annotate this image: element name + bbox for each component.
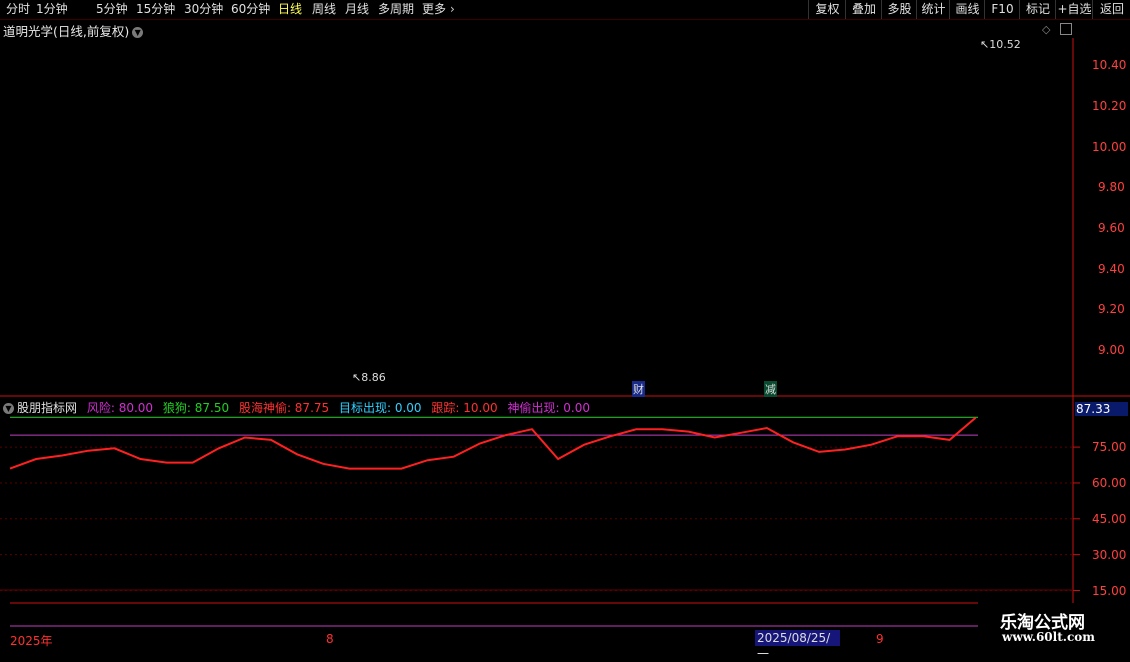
- chevron-down-icon[interactable]: ▼: [3, 403, 14, 414]
- indicator-tick: 30.00: [1092, 548, 1127, 562]
- indicator-thief: 股海神偷: 87.75: [238, 401, 330, 415]
- indicator-target: 目标出现: 0.00: [338, 401, 422, 415]
- date-label-month: 8: [326, 632, 334, 646]
- mark-button[interactable]: 标记: [1019, 0, 1056, 19]
- date-label-month: 9: [876, 632, 884, 646]
- stats-button[interactable]: 统计: [916, 0, 950, 19]
- period-tab-1min[interactable]: 1分钟: [36, 2, 68, 17]
- price-tick: 9.60: [1098, 221, 1125, 235]
- indicator-risk: 风险: 80.00: [86, 401, 154, 415]
- low-price-value: 8.86: [361, 371, 386, 384]
- watermark-url: www.60lt.com: [1002, 630, 1095, 644]
- event-marker-reduce[interactable]: 减: [764, 381, 777, 397]
- price-tick: 10.00: [1092, 140, 1127, 154]
- high-price-tag: ↖10.52: [980, 38, 1021, 51]
- date-label-year: 2025年: [10, 634, 53, 648]
- indicator-tick: 60.00: [1092, 476, 1127, 490]
- multi-stock-button[interactable]: 多股: [881, 0, 917, 19]
- window-toggle-icon[interactable]: [1060, 23, 1072, 35]
- price-tick: 9.00: [1098, 343, 1125, 357]
- period-tab-more[interactable]: 更多: [422, 2, 446, 17]
- f10-button[interactable]: F10: [984, 0, 1020, 19]
- indicator-thief-appear: 神偷出现: 0.00: [507, 401, 591, 415]
- indicator-curve: [9, 416, 977, 470]
- period-tab-5min[interactable]: 5分钟: [96, 2, 128, 17]
- date-cursor-label: 2025/08/25/一: [755, 630, 840, 661]
- diamond-icon[interactable]: ◇: [1042, 23, 1050, 36]
- period-tab-daily[interactable]: 日线: [278, 2, 302, 17]
- indicator-current-value: 87.33: [1075, 402, 1128, 416]
- price-tick: 9.40: [1098, 262, 1125, 276]
- chevron-down-icon[interactable]: ▼: [132, 27, 144, 38]
- period-tab-60min[interactable]: 60分钟: [231, 2, 270, 17]
- back-button[interactable]: 返回: [1092, 0, 1130, 19]
- indicator-track: 跟踪: 10.00: [431, 401, 498, 415]
- indicator-tick: 75.00: [1092, 440, 1127, 454]
- high-price-value: 10.52: [989, 38, 1021, 51]
- period-toolbar: 分时 1分钟 5分钟 15分钟 30分钟 60分钟 日线 周线 月线 多周期 更…: [0, 0, 1130, 20]
- price-tick: 10.40: [1092, 58, 1127, 72]
- adjust-button[interactable]: 复权: [808, 0, 846, 19]
- indicator-tick: 15.00: [1092, 584, 1127, 598]
- indicator-name[interactable]: 股朋指标网: [17, 401, 77, 415]
- indicator-wolf: 狼狗: 87.50: [162, 401, 230, 415]
- stock-title-label: 道明光学(日线,前复权): [3, 24, 130, 39]
- period-tab-15min[interactable]: 15分钟: [136, 2, 175, 17]
- period-tab-30min[interactable]: 30分钟: [184, 2, 223, 17]
- indicator-tick: 45.00: [1092, 512, 1127, 526]
- event-marker-finance[interactable]: 财: [632, 381, 645, 397]
- price-tick: 9.80: [1098, 180, 1125, 194]
- period-tab-minute[interactable]: 分时: [6, 2, 30, 17]
- indicator-header: ▼ 股朋指标网 风险: 80.00 狼狗: 87.50 股海神偷: 87.75 目…: [3, 399, 596, 416]
- period-tab-weekly[interactable]: 周线: [312, 2, 336, 17]
- period-tab-multi[interactable]: 多周期: [378, 2, 414, 17]
- chevron-right-icon[interactable]: ›: [450, 2, 455, 17]
- overlay-button[interactable]: 叠加: [845, 0, 882, 19]
- price-tick: 9.20: [1098, 302, 1125, 316]
- add-watchlist-button[interactable]: +自选: [1055, 0, 1093, 19]
- price-tick: 10.20: [1092, 99, 1127, 113]
- draw-button[interactable]: 画线: [949, 0, 985, 19]
- period-tab-monthly[interactable]: 月线: [345, 2, 369, 17]
- low-price-tag: ↖8.86: [352, 371, 386, 384]
- kline-chart[interactable]: [0, 38, 1130, 630]
